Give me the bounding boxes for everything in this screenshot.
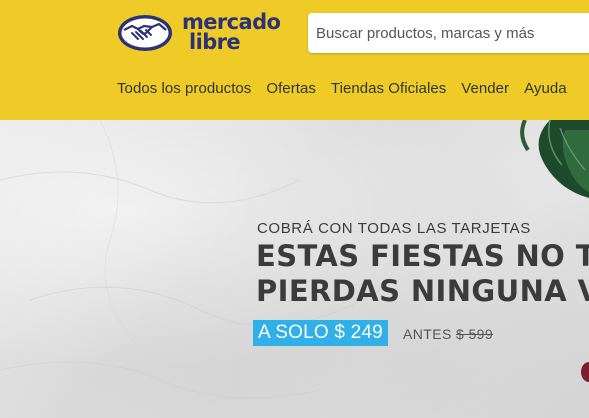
main-nav: Todos los productos Ofertas Tiendas Ofic… (117, 80, 582, 102)
logo-text-libre: libre (189, 30, 241, 54)
before-price: ANTES $ 599 (403, 326, 493, 342)
nav-tiendas-oficiales[interactable]: Tiendas Oficiales (331, 80, 446, 102)
site-header: mercado libre Todos los productos Oferta… (0, 0, 589, 120)
old-price-value: $ 599 (455, 326, 494, 342)
plant-leaf-decoration (520, 120, 589, 198)
nav-ofertas[interactable]: Ofertas (266, 80, 316, 102)
promo-banner[interactable]: COBRÁ CON TODAS LAS TARJETAS ESTAS FIEST… (0, 120, 589, 418)
banner-kicker: COBRÁ CON TODAS LAS TARJETAS (257, 220, 531, 237)
nav-vender[interactable]: Vender (461, 80, 509, 102)
promo-price-tag: A SOLO $ 249 (253, 320, 388, 346)
banner-headline-line1: ESTAS FIESTAS NO T (256, 239, 589, 273)
before-label: ANTES (403, 326, 452, 342)
berry-decoration (581, 362, 589, 382)
handshake-icon (118, 15, 172, 51)
nav-ayuda[interactable]: Ayuda (524, 80, 567, 102)
mercado-libre-logo[interactable]: mercado libre (116, 12, 286, 56)
nav-todos-los-productos[interactable]: Todos los productos (117, 80, 251, 102)
search-input[interactable] (308, 13, 589, 53)
banner-headline-line2: PIERDAS NINGUNA V (256, 274, 589, 308)
